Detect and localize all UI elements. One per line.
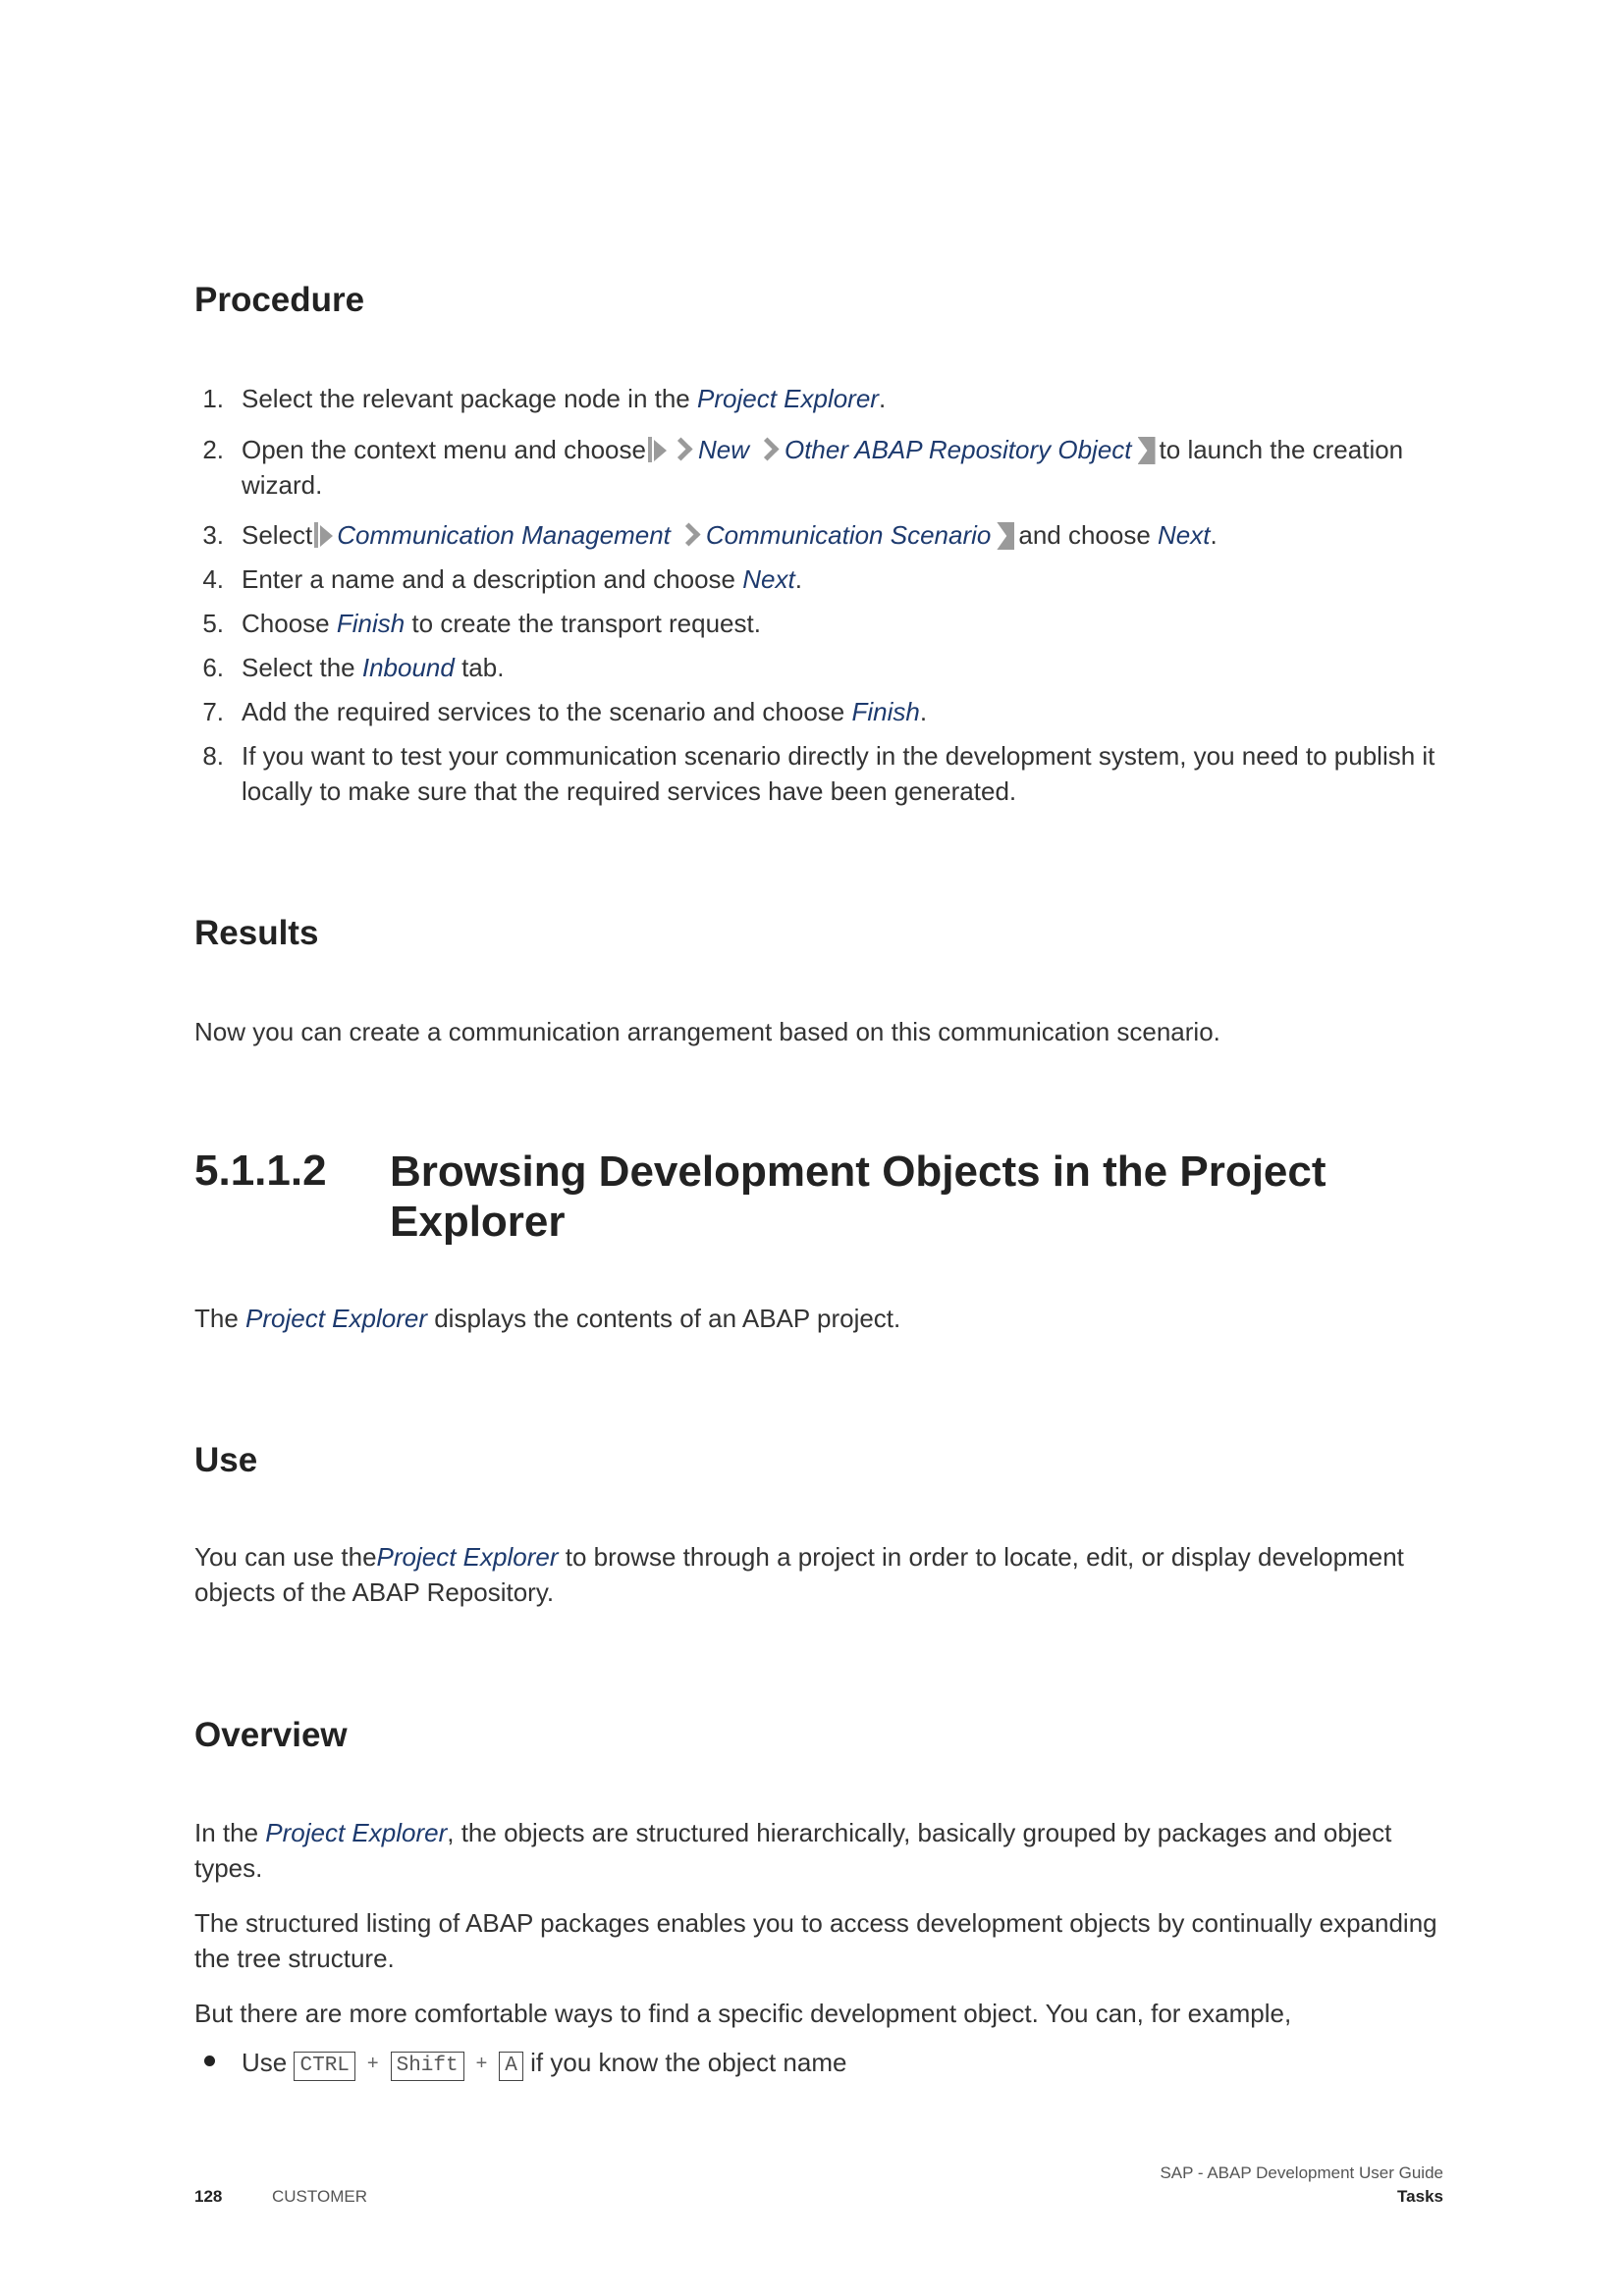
step-text: Select the [242, 653, 362, 682]
chevron-right-icon [677, 522, 701, 547]
list-item: Use CTRL + Shift + A if you know the object … [242, 2045, 1439, 2081]
step-text: Select the relevant package node in the [242, 384, 697, 413]
plus-sign: + [366, 2053, 379, 2074]
menu-path-start-icon [647, 437, 652, 462]
document-title: SAP - ABAP Development User Guide [1160, 2163, 1443, 2182]
step-number: 1. [202, 384, 224, 413]
list-item: 1. Select the relevant package node in t… [194, 381, 1441, 416]
overview-text: The structured listing of ABAP packages … [194, 1908, 1437, 1938]
overview-text: , the objects are structured hierarchica… [447, 1818, 1392, 1847]
step-text: Open the context menu and choose [242, 435, 646, 464]
bullet-text: Use [242, 2048, 288, 2077]
project-explorer-link[interactable]: Project Explorer [245, 1304, 427, 1333]
step-text: . [794, 564, 802, 594]
use-text: You can use theProject Explorer to brows… [194, 1539, 1441, 1610]
list-item: 6. Select the Inbound tab. [194, 650, 1441, 685]
project-explorer-link[interactable]: Project Explorer [697, 384, 879, 413]
overview-paragraph-1: In the Project Explorer, the objects are… [194, 1815, 1441, 1886]
intro-text: The [194, 1304, 246, 1333]
a-key: A [499, 2052, 523, 2081]
step-text: Select [242, 520, 313, 550]
menu-communication-management[interactable]: Communication Management [337, 520, 671, 550]
section-title-line: Explorer [390, 1198, 566, 1246]
section-number: 5.1.1.2 [194, 1147, 327, 1195]
procedure-heading: Procedure [194, 281, 365, 319]
menu-other-abap-repository-object[interactable]: Other ABAP Repository Object [785, 435, 1132, 464]
step-number: 7. [202, 697, 224, 726]
menu-path-end-icon [1137, 437, 1156, 464]
classification-label: CUSTOMER [272, 2187, 367, 2206]
chevron-right-icon [755, 437, 780, 461]
finish-link[interactable]: Finish [852, 697, 920, 726]
step-text: tab. [454, 653, 505, 682]
step-number: 5. [202, 609, 224, 638]
step-text: wizard. [242, 470, 323, 500]
intro-text: displays the contents of an ABAP project… [427, 1304, 901, 1333]
step-text: to create the transport request. [405, 609, 761, 638]
finish-link[interactable]: Finish [337, 609, 405, 638]
use-text-part: to browse through a project in order to … [558, 1542, 1404, 1572]
step-text: . [1210, 520, 1218, 550]
step-number: 2. [202, 435, 224, 464]
next-link[interactable]: Next [1158, 520, 1210, 550]
step-text: Add the required services to the scenari… [242, 697, 852, 726]
list-item: 7. Add the required services to the scen… [194, 694, 1441, 729]
step-text: . [919, 697, 928, 726]
plus-sign: + [475, 2053, 488, 2074]
bullet-text: if you know the object name [530, 2048, 847, 2077]
step-text: If you want to test your communication s… [242, 741, 1435, 806]
step-text: to launch the creation [1159, 435, 1404, 464]
next-link[interactable]: Next [742, 564, 794, 594]
step-number: 3. [202, 520, 224, 550]
step-number: 4. [202, 564, 224, 594]
section-title: Browsing Development Objects in the Proj… [390, 1147, 1470, 1247]
menu-new[interactable]: New [698, 435, 749, 464]
list-item: 3. Select Communication Management Communi… [194, 517, 1441, 553]
overview-text: In the [194, 1818, 266, 1847]
step-text: Choose [242, 609, 337, 638]
overview-paragraph-2: The structured listing of ABAP packages … [194, 1905, 1441, 1976]
overview-heading: Overview [194, 1716, 348, 1754]
section-title-line: Browsing Development Objects in the Proj… [390, 1148, 1326, 1196]
ctrl-key: CTRL [294, 2052, 355, 2081]
section-intro: The Project Explorer displays the conten… [194, 1301, 1441, 1336]
chevron-right-icon [669, 437, 693, 461]
step-number: 8. [202, 741, 224, 771]
menu-communication-scenario[interactable]: Communication Scenario [706, 520, 991, 550]
list-item: 5. Choose Finish to create the transport… [194, 606, 1441, 641]
overview-paragraph-3: But there are more comfortable ways to f… [194, 1999, 1292, 2028]
results-text: Now you can create a communication arran… [194, 1017, 1220, 1046]
step-text: and choose [1018, 520, 1159, 550]
inbound-link[interactable]: Inbound [362, 653, 455, 682]
page-number: 128 [194, 2187, 223, 2206]
project-explorer-link[interactable]: Project Explorer [265, 1818, 447, 1847]
project-explorer-link[interactable]: Project Explorer [377, 1542, 559, 1572]
menu-path-start-icon [314, 522, 319, 548]
shift-key: Shift [390, 2052, 464, 2081]
overview-text: the tree structure. [194, 1944, 395, 1973]
step-text: Enter a name and a description and choos… [242, 564, 743, 594]
menu-path-triangle-icon [320, 525, 334, 547]
menu-path-triangle-icon [653, 440, 667, 461]
menu-path-end-icon [997, 522, 1015, 550]
overview-text: types. [194, 1853, 263, 1883]
use-heading: Use [194, 1441, 258, 1479]
step-number: 6. [202, 653, 224, 682]
step-text: . [878, 384, 887, 413]
use-text-part: objects of the ABAP Repository. [194, 1577, 555, 1607]
bullet-icon [204, 2056, 215, 2066]
use-text-part: You can use the [194, 1542, 377, 1572]
list-item: 4. Enter a name and a description and ch… [194, 561, 1441, 597]
chapter-label: Tasks [1397, 2187, 1443, 2206]
results-heading: Results [194, 914, 319, 952]
list-item: 8. If you want to test your communicatio… [194, 738, 1441, 809]
list-item: 2. Open the context menu and choose New Ot… [194, 432, 1441, 503]
